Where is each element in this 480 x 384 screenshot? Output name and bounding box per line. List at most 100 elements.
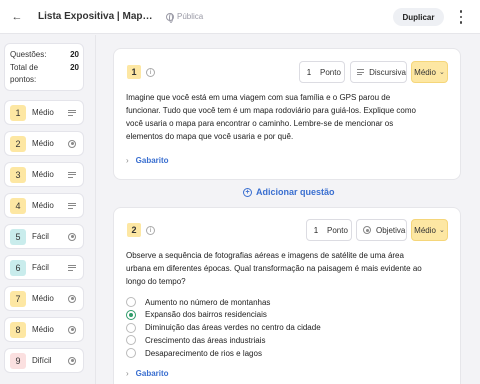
- question-number-badge: 8: [10, 321, 26, 338]
- difficulty-label: Difícil: [32, 356, 52, 365]
- gabarito-toggle[interactable]: › Gabarito: [126, 156, 169, 165]
- sidebar-question-item[interactable]: 1 Médio: [4, 100, 84, 125]
- objective-type-icon: [66, 325, 78, 335]
- discursive-type-icon: [66, 263, 78, 273]
- visibility-label: Pública: [177, 12, 204, 21]
- option-label: Desaparecimento de rios e lagos: [145, 348, 262, 358]
- stat-label: Questões:: [10, 50, 47, 59]
- objective-type-icon: [66, 294, 78, 304]
- page-title: Lista Expositiva | Mapas: Le...: [38, 11, 158, 22]
- radio-button[interactable]: [126, 348, 136, 359]
- question-text[interactable]: Observe a sequência de fotografias aérea…: [126, 249, 422, 288]
- option-label: Aumento no número de montanhas: [145, 297, 271, 307]
- question-number-badge: 1: [10, 104, 26, 121]
- difficulty-label: Médio: [32, 108, 54, 117]
- discursive-type-icon: [66, 201, 78, 211]
- points-input[interactable]: 1 Ponto: [306, 219, 352, 241]
- sidebar-question-item[interactable]: 5 Fácil: [4, 224, 84, 249]
- sidebar-question-item[interactable]: 8 Médio: [4, 317, 84, 342]
- plus-circle-icon: +: [243, 187, 252, 197]
- stat-label: Total de pontos:: [10, 62, 39, 85]
- sidebar-question-item[interactable]: 6 Fácil: [4, 255, 84, 280]
- difficulty-label: Médio: [32, 201, 54, 210]
- answer-option[interactable]: Expansão dos bairros residenciais: [126, 309, 267, 320]
- question-type-selector[interactable]: Discursiva: [350, 61, 407, 83]
- question-number-badge: 2: [127, 223, 141, 237]
- difficulty-label: Médio: [414, 67, 436, 77]
- answer-option[interactable]: Aumento no número de montanhas: [126, 297, 270, 307]
- sidebar-question-item[interactable]: 7 Médio: [4, 286, 84, 311]
- question-number-badge: 9: [10, 352, 26, 369]
- question-type-label: Objetiva: [376, 225, 406, 235]
- answer-option[interactable]: Diminuição das áreas verdes no centro da…: [126, 322, 321, 333]
- gabarito-toggle[interactable]: › Gabarito: [126, 369, 169, 378]
- objective-type-icon: [66, 232, 78, 242]
- difficulty-label: Médio: [32, 170, 54, 179]
- stat-value: 20: [70, 50, 79, 59]
- difficulty-label: Médio: [414, 225, 436, 235]
- answer-option[interactable]: Desaparecimento de rios e lagos: [126, 348, 262, 359]
- points-value: 1: [306, 67, 312, 77]
- difficulty-selector[interactable]: Médio ⌄: [411, 219, 448, 241]
- radio-button[interactable]: [126, 335, 136, 346]
- question-sidebar: Questões: 20 Total de pontos: 20 1 Médio 2…: [0, 35, 96, 384]
- info-icon[interactable]: i: [146, 68, 155, 77]
- difficulty-label: Médio: [32, 325, 54, 334]
- duplicate-button[interactable]: Duplicar: [393, 8, 444, 26]
- question-number-badge: 7: [10, 290, 26, 307]
- question-type-label: Discursiva: [369, 67, 406, 77]
- difficulty-label: Médio: [32, 139, 54, 148]
- discursive-type-icon: [66, 170, 78, 180]
- question-number-badge: 5: [10, 228, 26, 245]
- question-card-2: 2 i 1 Ponto Objetiva Médio ⌄ Observe a s…: [113, 207, 461, 384]
- option-label: Crescimento das áreas industriais: [145, 335, 266, 345]
- points-label: Ponto: [320, 67, 341, 77]
- points-input[interactable]: 1 Ponto: [299, 61, 345, 83]
- stat-questions: Questões: 20: [10, 49, 79, 62]
- question-type-selector[interactable]: Objetiva: [356, 219, 407, 241]
- more-options-icon[interactable]: [457, 9, 465, 25]
- question-number-badge: 4: [10, 197, 26, 214]
- difficulty-label: Fácil: [32, 263, 49, 272]
- top-bar: ← Lista Expositiva | Mapas: Le... Públic…: [0, 0, 480, 34]
- chevron-right-icon: ›: [126, 156, 129, 165]
- globe-icon: [166, 12, 174, 23]
- radio-button[interactable]: [126, 322, 136, 333]
- stats-panel: Questões: 20 Total de pontos: 20: [4, 43, 84, 91]
- visibility-indicator: Pública: [166, 12, 204, 23]
- difficulty-label: Fácil: [32, 232, 49, 241]
- back-arrow-icon[interactable]: ←: [10, 10, 24, 24]
- difficulty-selector[interactable]: Médio ⌄: [411, 61, 448, 83]
- add-question-button[interactable]: + Adicionar questão: [243, 187, 335, 197]
- question-number-badge: 1: [127, 65, 141, 79]
- objective-type-icon: [66, 356, 78, 366]
- sidebar-question-item[interactable]: 3 Médio: [4, 162, 84, 187]
- question-card-1: 1 i 1 Ponto Discursiva Médio ⌄ Imagine q…: [113, 48, 461, 180]
- objective-type-icon: [363, 226, 371, 234]
- question-text[interactable]: Imagine que você está em uma viagem com …: [126, 91, 422, 143]
- gabarito-label: Gabarito: [135, 156, 169, 165]
- points-label: Ponto: [327, 225, 348, 235]
- info-icon[interactable]: i: [146, 226, 155, 235]
- question-number-badge: 2: [10, 135, 26, 152]
- sidebar-question-item[interactable]: 9 Difícil: [4, 348, 84, 373]
- sidebar-question-item[interactable]: 4 Médio: [4, 193, 84, 218]
- objective-type-icon: [66, 139, 78, 149]
- question-number-badge: 6: [10, 259, 26, 276]
- add-question-label: Adicionar questão: [256, 187, 335, 197]
- question-number-badge: 3: [10, 166, 26, 183]
- gabarito-label: Gabarito: [135, 369, 169, 378]
- difficulty-label: Médio: [32, 294, 54, 303]
- chevron-down-icon: ⌄: [438, 227, 445, 234]
- radio-button[interactable]: [126, 297, 136, 307]
- option-label: Diminuição das áreas verdes no centro da…: [145, 323, 321, 333]
- stat-value: 20: [70, 62, 79, 72]
- discursive-type-icon: [66, 108, 78, 118]
- sidebar-question-item[interactable]: 2 Médio: [4, 131, 84, 156]
- chevron-right-icon: ›: [126, 369, 129, 378]
- option-label: Expansão dos bairros residenciais: [145, 310, 267, 320]
- stat-total-points: Total de pontos: 20: [10, 62, 79, 87]
- answer-option[interactable]: Crescimento das áreas industriais: [126, 335, 266, 346]
- chevron-down-icon: ⌄: [438, 69, 445, 76]
- radio-button[interactable]: [126, 309, 136, 320]
